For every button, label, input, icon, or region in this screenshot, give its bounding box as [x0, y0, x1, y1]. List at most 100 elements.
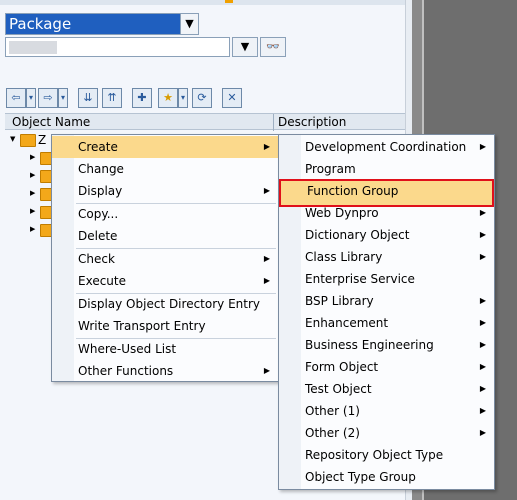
menu-item-dictionary-object[interactable]: Dictionary Object ▶	[279, 224, 494, 246]
submenu-arrow-icon: ▶	[479, 318, 486, 327]
menu-item-label: Web Dynpro	[305, 206, 379, 220]
menu-item-label: Check	[78, 252, 115, 266]
submenu-arrow-icon: ▶	[479, 208, 486, 217]
menu-item-label: Other (1)	[305, 404, 360, 418]
submenu-arrow-icon: ▶	[479, 406, 486, 415]
menu-item-bsp-library[interactable]: BSP Library ▶	[279, 290, 494, 312]
menu-item-label: Write Transport Entry	[78, 319, 206, 333]
context-menu: Create ▶ Change Display ▶ Copy... Delete C…	[51, 134, 279, 382]
menu-item-display-object-directory-entry[interactable]: Display Object Directory Entry	[52, 293, 278, 315]
menu-item-label: Function Group	[307, 184, 399, 198]
column-description[interactable]: Description	[278, 115, 346, 129]
menu-item-label: Enhancement	[305, 316, 389, 330]
menu-item-class-library[interactable]: Class Library ▶	[279, 246, 494, 268]
menu-item-label: Object Type Group	[305, 470, 416, 484]
menu-item-label: Enterprise Service	[305, 272, 415, 286]
back-dropdown-icon[interactable]: ▾	[26, 88, 36, 108]
dropdown-button[interactable]: ▼	[232, 37, 258, 57]
refresh-icon[interactable]: ⟳	[192, 88, 212, 108]
menu-item-label: Create	[78, 140, 118, 154]
menu-item-execute[interactable]: Execute ▶	[52, 270, 278, 292]
close-icon[interactable]: ✕	[222, 88, 242, 108]
menu-item-display[interactable]: Display ▶	[52, 180, 278, 202]
collapse-icon[interactable]: ⇈	[102, 88, 122, 108]
menu-item-repository-object-type[interactable]: Repository Object Type	[279, 444, 494, 466]
menu-item-copy[interactable]: Copy...	[52, 203, 278, 225]
menu-item-label: Form Object	[305, 360, 379, 374]
forward-icon[interactable]: ⇨	[38, 88, 58, 108]
menu-item-label: Delete	[78, 229, 118, 243]
menu-item-test-object[interactable]: Test Object ▶	[279, 378, 494, 400]
chevron-down-icon[interactable]: ▼	[180, 14, 198, 34]
redacted-text	[9, 41, 57, 54]
menu-item-label: Display Object Directory Entry	[78, 297, 260, 311]
collapsed-arrow-icon[interactable]: ▶	[30, 207, 35, 215]
favorites-dropdown-icon[interactable]: ▾	[178, 88, 188, 108]
tree-root-label: Z	[38, 133, 47, 147]
submenu-arrow-icon: ▶	[479, 340, 486, 349]
tree-root-row[interactable]: ▼ Z	[10, 132, 50, 149]
folder-open-icon	[20, 134, 36, 147]
submenu-arrow-icon: ▶	[479, 252, 486, 261]
menu-item-enhancement[interactable]: Enhancement ▶	[279, 312, 494, 334]
menu-item-label: BSP Library	[305, 294, 374, 308]
menu-item-label: Business Engineering	[305, 338, 434, 352]
menu-item-business-engineering[interactable]: Business Engineering ▶	[279, 334, 494, 356]
menu-item-object-type-group[interactable]: Object Type Group	[279, 466, 494, 488]
expand-icon[interactable]: ⇊	[78, 88, 98, 108]
menu-item-check[interactable]: Check ▶	[52, 248, 278, 270]
display-glasses-icon[interactable]: 👓	[260, 37, 286, 57]
submenu-arrow-icon: ▶	[263, 276, 270, 285]
submenu-arrow-icon: ▶	[263, 142, 270, 151]
submenu-arrow-icon: ▶	[479, 296, 486, 305]
menu-item-label: Copy...	[78, 207, 119, 221]
menu-item-program[interactable]: Program	[279, 158, 494, 180]
menu-item-label: Class Library	[305, 250, 383, 264]
menu-item-label: Repository Object Type	[305, 448, 444, 462]
menu-item-form-object[interactable]: Form Object ▶	[279, 356, 494, 378]
menu-item-label: Execute	[78, 274, 126, 288]
object-type-select[interactable]: Package ▼	[5, 13, 199, 35]
create-submenu: Development Coordination ▶ Program Functi…	[278, 134, 495, 490]
menu-item-label: Other Functions	[78, 364, 174, 378]
submenu-arrow-icon: ▶	[479, 230, 486, 239]
menu-item-label: Display	[78, 184, 123, 198]
favorites-icon[interactable]: ★	[158, 88, 178, 108]
column-object-name[interactable]: Object Name	[12, 115, 90, 129]
tree-header: Object Name Description	[5, 113, 405, 131]
collapsed-arrow-icon[interactable]: ▶	[30, 225, 35, 233]
menu-item-delete[interactable]: Delete	[52, 225, 278, 247]
menu-item-label: Dictionary Object	[305, 228, 410, 242]
menu-item-web-dynpro[interactable]: Web Dynpro ▶	[279, 202, 494, 224]
menu-item-create[interactable]: Create ▶	[52, 136, 278, 158]
package-name-input[interactable]	[5, 37, 230, 57]
hierarchy-icon[interactable]: ✚	[132, 88, 152, 108]
menu-item-other-functions[interactable]: Other Functions ▶	[52, 360, 278, 382]
menu-item-label: Where-Used List	[78, 342, 177, 356]
top-bar	[0, 0, 405, 5]
expanded-arrow-icon[interactable]: ▼	[10, 135, 15, 143]
menu-item-enterprise-service[interactable]: Enterprise Service	[279, 268, 494, 290]
menu-item-other-1[interactable]: Other (1) ▶	[279, 400, 494, 422]
submenu-arrow-icon: ▶	[479, 142, 486, 151]
submenu-arrow-icon: ▶	[263, 366, 270, 375]
collapsed-arrow-icon[interactable]: ▶	[30, 189, 35, 197]
menu-item-label: Change	[78, 162, 124, 176]
menu-item-other-2[interactable]: Other (2) ▶	[279, 422, 494, 444]
submenu-arrow-icon: ▶	[479, 384, 486, 393]
submenu-arrow-icon: ▶	[479, 428, 486, 437]
menu-item-label: Development Coordination	[305, 140, 467, 154]
collapsed-arrow-icon[interactable]: ▶	[30, 171, 35, 179]
submenu-arrow-icon: ▶	[479, 362, 486, 371]
menu-item-development-coordination[interactable]: Development Coordination ▶	[279, 136, 494, 158]
submenu-arrow-icon: ▶	[263, 254, 270, 263]
collapsed-arrow-icon[interactable]: ▶	[30, 153, 35, 161]
menu-item-change[interactable]: Change	[52, 158, 278, 180]
forward-dropdown-icon[interactable]: ▾	[58, 88, 68, 108]
back-icon[interactable]: ⇦	[6, 88, 26, 108]
menu-item-label: Program	[305, 162, 356, 176]
menu-item-write-transport-entry[interactable]: Write Transport Entry	[52, 315, 278, 337]
submenu-arrow-icon: ▶	[263, 186, 270, 195]
menu-item-where-used-list[interactable]: Where-Used List	[52, 338, 278, 360]
object-type-value: Package	[6, 14, 184, 34]
